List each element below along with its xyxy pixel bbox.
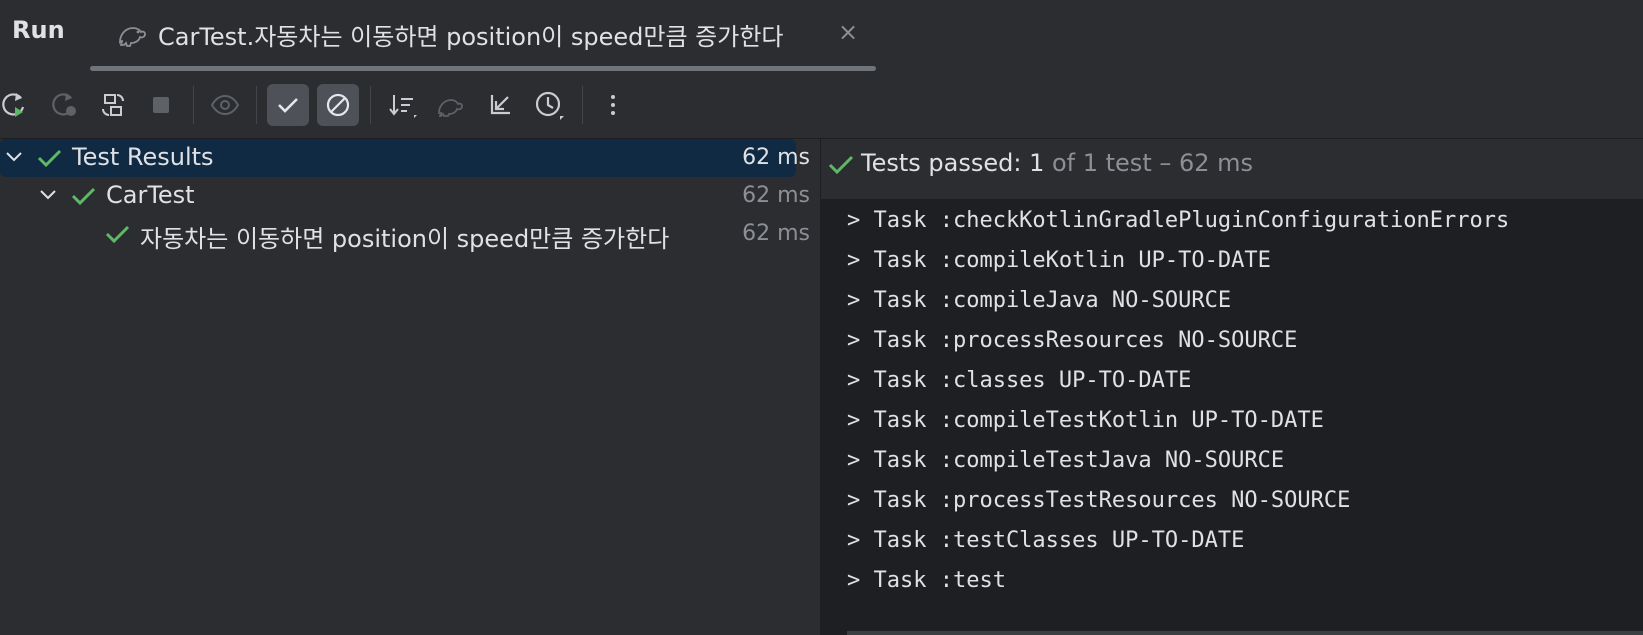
stop-icon: [140, 84, 182, 126]
chevron-down-icon[interactable]: [2, 145, 26, 169]
check-icon: [827, 151, 855, 179]
run-tool-window-header: Run CarTest.자동차는 이동하면 position이 speed만큼 …: [0, 0, 1643, 73]
tree-row-cartest[interactable]: CarTest 62 ms: [0, 177, 810, 215]
tab-label: CarTest.자동차는 이동하면 position이 speed만큼 증가한다: [158, 23, 784, 51]
console-line: > Task :compileTestKotlin UP-TO-DATE: [847, 408, 1324, 433]
test-status-bar: Tests passed: 1 of 1 test – 62 ms: [821, 139, 1643, 200]
check-icon: [104, 221, 130, 247]
console-line: > Task :compileTestJava NO-SOURCE: [847, 448, 1285, 473]
duration: 62 ms: [742, 183, 810, 208]
console-line: > Task :testClasses UP-TO-DATE: [847, 528, 1245, 553]
chevron-down-icon[interactable]: [36, 183, 60, 207]
duration: 62 ms: [742, 221, 810, 246]
tree-label: Test Results: [72, 143, 214, 171]
collapse-icon[interactable]: [479, 84, 521, 126]
more-icon[interactable]: [592, 84, 634, 126]
show-ignored-icon: [204, 84, 246, 126]
tree-row-test-case[interactable]: 자동차는 이동하면 position이 speed만큼 증가한다 62 ms: [0, 215, 810, 253]
tree-row-test-results[interactable]: Test Results 62 ms: [0, 139, 810, 177]
check-icon: [36, 145, 62, 171]
run-config-tab[interactable]: CarTest.자동차는 이동하면 position이 speed만큼 증가한다…: [110, 0, 910, 70]
show-passed-icon[interactable]: [267, 84, 309, 126]
status-text: Tests passed: 1 of 1 test – 62 ms: [861, 149, 1254, 177]
console-line: > Task :classes UP-TO-DATE: [847, 368, 1192, 393]
tree-label: CarTest: [106, 181, 195, 209]
run-toolbar: [0, 72, 1643, 139]
check-icon: [70, 183, 96, 209]
history-icon[interactable]: [528, 84, 570, 126]
console-line: > Task :compileJava NO-SOURCE: [847, 288, 1232, 313]
tree-label: 자동차는 이동하면 position이 speed만큼 증가한다: [140, 225, 670, 253]
test-results-tree: Test Results 62 ms CarTest 62 ms 자동차는 이동…: [0, 139, 820, 635]
console-line: > Task :test: [847, 568, 1006, 593]
show-ignored-toggle-icon[interactable]: [317, 84, 359, 126]
tab-scrollbar[interactable]: [90, 66, 876, 71]
gradle-icon: [116, 20, 148, 48]
horizontal-scrollbar[interactable]: [847, 631, 1643, 635]
console-line: > Task :checkKotlinGradlePluginConfigura…: [847, 208, 1510, 233]
import-tests-icon: [430, 84, 472, 126]
sort-icon[interactable]: [381, 84, 423, 126]
toggle-auto-test-icon[interactable]: [92, 84, 134, 126]
rerun-icon[interactable]: [0, 84, 36, 126]
run-title: Run: [12, 16, 65, 44]
close-icon[interactable]: ×: [838, 18, 858, 46]
console-output[interactable]: > Task :checkKotlinGradlePluginConfigura…: [821, 200, 1643, 635]
console-line: > Task :processResources NO-SOURCE: [847, 328, 1298, 353]
rerun-failed-icon: [44, 84, 86, 126]
console-line: > Task :compileKotlin UP-TO-DATE: [847, 248, 1271, 273]
duration: 62 ms: [742, 145, 810, 170]
console-line: > Task :processTestResources NO-SOURCE: [847, 488, 1351, 513]
